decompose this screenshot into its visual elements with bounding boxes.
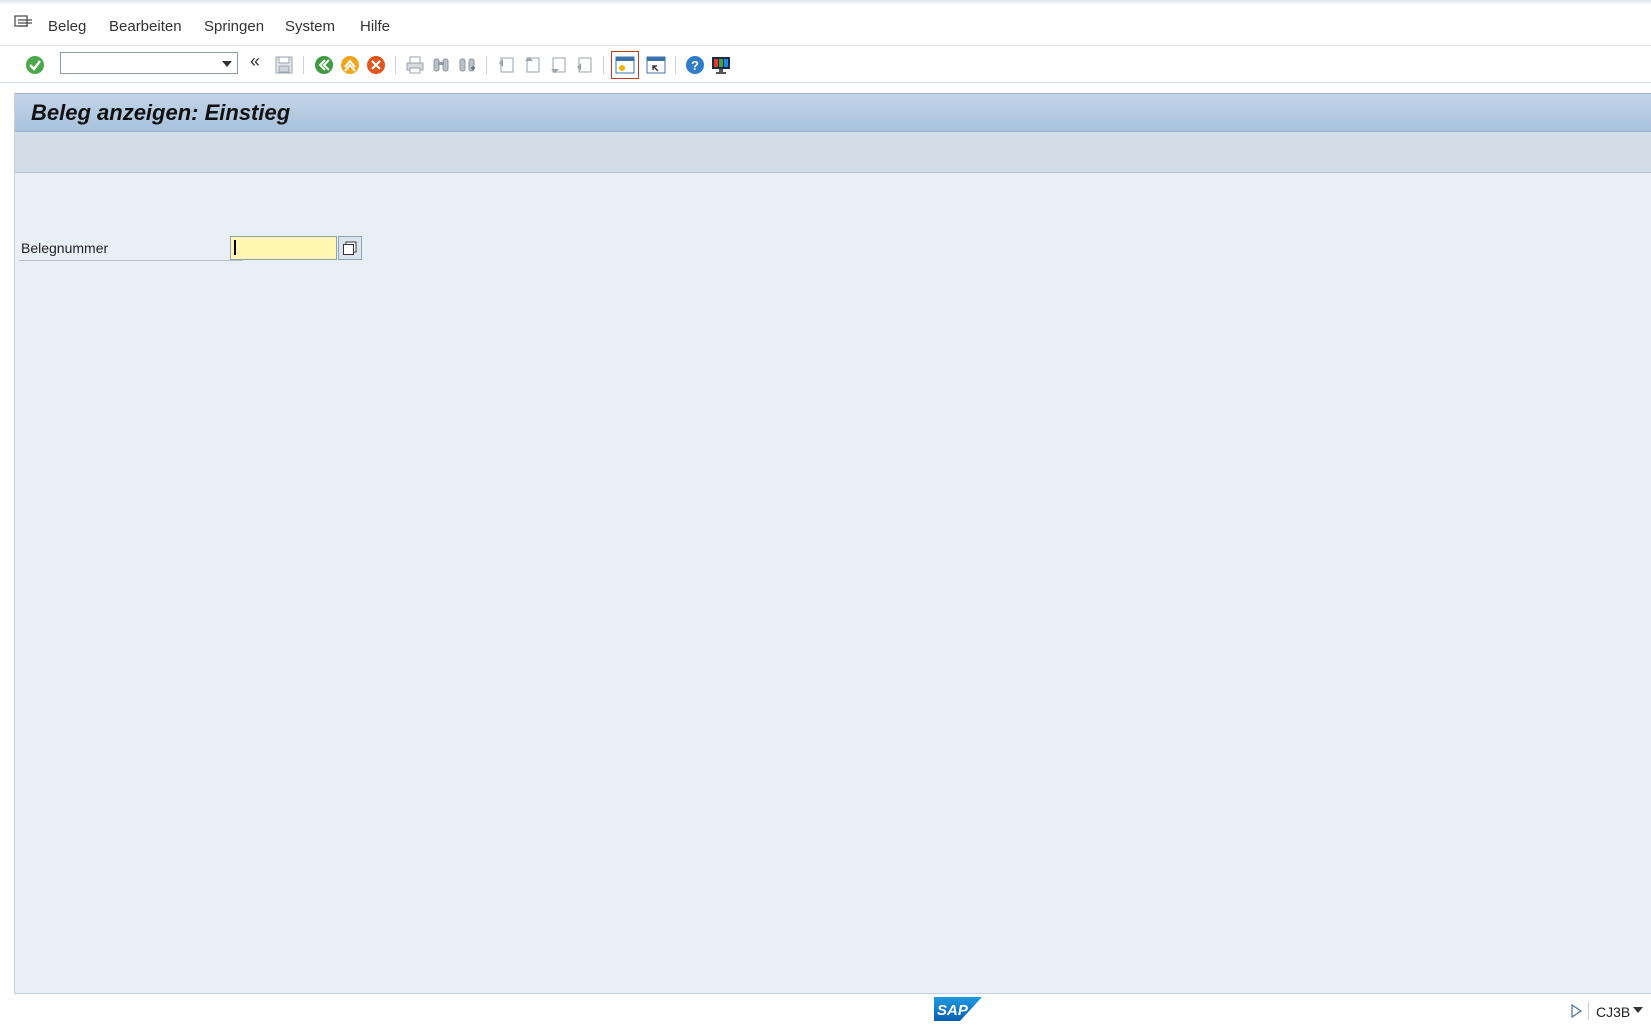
enter-icon[interactable] <box>24 54 46 76</box>
first-page-icon[interactable] <box>495 54 517 76</box>
customize-layout-icon[interactable] <box>710 54 732 76</box>
back-icon[interactable] <box>313 54 335 76</box>
footer-separator <box>1588 1002 1589 1020</box>
toolbar-separator <box>486 56 487 74</box>
previous-page-icon[interactable] <box>521 54 543 76</box>
menu-list-icon[interactable] <box>14 15 34 31</box>
command-field[interactable] <box>60 52 238 74</box>
create-shortcut-icon[interactable] <box>645 54 667 76</box>
page-title: Beleg anzeigen: Einstieg <box>31 100 291 125</box>
system-info-dropdown-icon[interactable] <box>1633 1007 1643 1013</box>
value-help-button[interactable] <box>338 236 362 260</box>
status-expand-icon[interactable] <box>1570 1003 1583 1021</box>
label-underline <box>19 260 243 261</box>
menu-bearbeiten[interactable]: Bearbeiten <box>109 18 182 35</box>
cancel-icon[interactable] <box>365 54 387 76</box>
command-field-dropdown-icon[interactable] <box>222 61 232 67</box>
last-page-icon[interactable] <box>573 54 595 76</box>
text-cursor <box>234 240 236 255</box>
menu-system[interactable]: System <box>285 18 335 35</box>
transaction-code: CJ3B <box>1596 1004 1631 1020</box>
find-icon[interactable] <box>430 54 452 76</box>
save-icon[interactable] <box>273 54 295 76</box>
toolbar-separator <box>303 56 304 74</box>
hide-command-field-button[interactable]: « <box>250 51 260 72</box>
belegnummer-input[interactable] <box>230 236 337 260</box>
help-icon[interactable]: ? <box>684 54 706 76</box>
belegnummer-label: Belegnummer <box>21 240 109 256</box>
menu-bar: Beleg Bearbeiten Springen System Hilfe <box>0 5 1651 46</box>
exit-icon[interactable] <box>339 54 361 76</box>
menu-springen[interactable]: Springen <box>204 18 264 35</box>
sap-logo: SAP <box>934 997 982 1021</box>
toolbar-separator <box>603 56 604 74</box>
svg-text:SAP: SAP <box>937 1002 969 1019</box>
value-help-icon <box>343 241 357 255</box>
menu-hilfe[interactable]: Hilfe <box>360 18 390 35</box>
new-session-icon[interactable] <box>611 51 639 79</box>
menu-beleg[interactable]: Beleg <box>48 18 86 35</box>
toolbar-separator <box>395 56 396 74</box>
status-bar: SAP CJ3B <box>0 994 1651 1029</box>
toolbar-separator <box>675 56 676 74</box>
application-toolbar <box>15 132 1651 173</box>
find-next-icon[interactable] <box>456 54 478 76</box>
title-bar: Beleg anzeigen: Einstieg <box>15 93 1651 132</box>
svg-text:?: ? <box>691 58 699 73</box>
main-area: Beleg anzeigen: Einstieg Belegnummer <box>14 93 1651 994</box>
print-icon[interactable] <box>404 54 426 76</box>
next-page-icon[interactable] <box>547 54 569 76</box>
standard-toolbar: « ? <box>0 46 1651 83</box>
